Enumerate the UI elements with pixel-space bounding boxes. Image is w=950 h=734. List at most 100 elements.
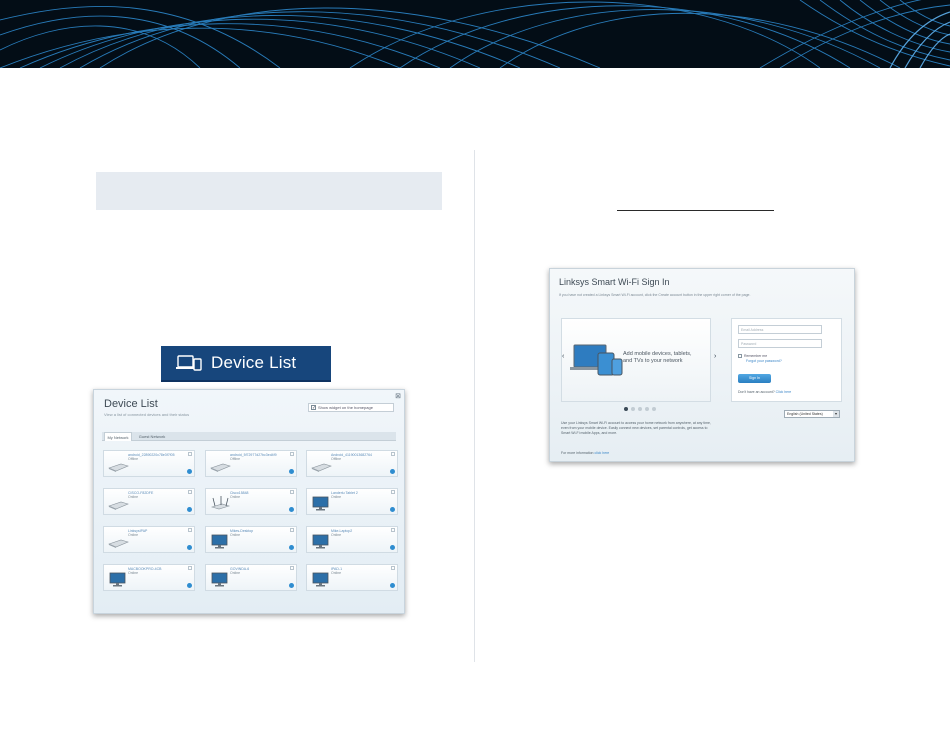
forgot-password-link[interactable]: Forgot your password? <box>746 359 782 363</box>
laptop-icon <box>209 456 231 474</box>
desktop-icon <box>310 494 332 512</box>
device-status: Offline <box>230 457 241 461</box>
device-card[interactable]: Mikes-Desktop Online <box>205 526 297 553</box>
laptop-icon <box>107 494 129 512</box>
router-icon <box>209 494 231 512</box>
more-info-link[interactable]: click here <box>594 451 609 455</box>
checkbox-icon <box>738 354 742 358</box>
carousel-dots <box>624 407 656 411</box>
info-icon[interactable] <box>289 469 294 474</box>
device-card[interactable]: Android_41190013682764 Offline <box>306 450 398 477</box>
info-icon[interactable] <box>289 583 294 588</box>
info-icon[interactable] <box>289 545 294 550</box>
info-icon[interactable] <box>289 507 294 512</box>
device-card[interactable]: Cisco15848 Online <box>205 488 297 515</box>
device-card[interactable]: Mike-Laptop2 Online <box>306 526 398 553</box>
info-icon[interactable] <box>187 545 192 550</box>
carousel-dot[interactable] <box>645 407 649 411</box>
info-icon[interactable] <box>187 469 192 474</box>
chevron-down-icon: ▾ <box>833 411 839 417</box>
remove-icon[interactable] <box>290 566 294 570</box>
checkmark-icon: ✓ <box>311 405 317 411</box>
carousel-text: Add mobile devices, tablets, and TVs to … <box>623 351 692 364</box>
carousel-prev-icon[interactable]: ‹ <box>562 353 564 360</box>
remove-icon[interactable] <box>290 528 294 532</box>
signin-subtitle: If you have not created a Linksys Smart … <box>559 293 751 297</box>
remove-icon[interactable] <box>391 566 395 570</box>
remove-icon[interactable] <box>391 490 395 494</box>
remove-icon[interactable] <box>188 490 192 494</box>
device-list-subtitle: View a list of connected devices and the… <box>104 412 190 417</box>
device-card[interactable]: android_5f72977d27bc3ed4f9 Offline <box>205 450 297 477</box>
remove-icon[interactable] <box>188 528 192 532</box>
info-icon[interactable] <box>390 469 395 474</box>
no-account: Don't have an account? Click here <box>738 390 791 394</box>
more-info-text: For more information <box>561 451 594 455</box>
wave-pattern-graphic <box>0 0 950 68</box>
device-card[interactable]: LinksysIPAP Online <box>103 526 195 553</box>
remember-me-label: Remember me <box>744 354 768 358</box>
info-icon[interactable] <box>390 507 395 512</box>
laptop-icon <box>107 456 129 474</box>
desktop-icon <box>209 532 231 550</box>
remember-me-checkbox[interactable]: Remember me <box>738 354 767 358</box>
network-tabs: My Network Guest Network <box>102 432 396 441</box>
laptop-icon <box>310 456 332 474</box>
signin-form: Email Address Password Remember me Forgo… <box>731 318 842 402</box>
device-status: Online <box>331 495 342 499</box>
device-list-screenshot: ⊠ Device List View a list of connected d… <box>93 389 405 614</box>
language-select[interactable]: English (United States) ▾ <box>784 410 840 418</box>
laptop-icon <box>107 532 129 550</box>
device-status: Online <box>331 571 342 575</box>
devices-illustration-icon <box>570 344 623 376</box>
device-status: Online <box>230 571 241 575</box>
tab-guest-network[interactable]: Guest Network <box>134 432 170 441</box>
sign-in-button[interactable]: Sign In <box>738 374 771 383</box>
remove-icon[interactable] <box>188 452 192 456</box>
remove-icon[interactable] <box>188 566 192 570</box>
show-widget-checkbox[interactable]: ✓ Show widget on the homepage <box>308 403 394 412</box>
desktop-icon <box>310 570 332 588</box>
info-icon[interactable] <box>390 545 395 550</box>
document-page: Device List ⊠ Device List View a list of… <box>0 0 950 734</box>
device-status: Online <box>230 533 241 537</box>
device-card[interactable]: GOVINDA-6 Online <box>205 564 297 591</box>
language-value: English (United States) <box>787 412 823 416</box>
device-card[interactable]: MACBOOKPRO-4CB Online <box>103 564 195 591</box>
tab-my-network[interactable]: My Network <box>104 432 132 441</box>
remove-icon[interactable] <box>391 452 395 456</box>
info-icon[interactable] <box>390 583 395 588</box>
device-card[interactable]: IPAD-1 Online <box>306 564 398 591</box>
signin-title: Linksys Smart Wi-Fi Sign In <box>559 277 670 287</box>
create-account-link[interactable]: Click here <box>776 390 792 394</box>
device-card[interactable]: android_22890220c78e3f7f05 Offline <box>103 450 195 477</box>
device-status: Online <box>128 533 139 537</box>
device-card[interactable]: CISCO-F82DFE Online <box>103 488 195 515</box>
remove-icon[interactable] <box>290 490 294 494</box>
link-underline <box>617 210 774 211</box>
email-field[interactable]: Email Address <box>738 325 822 334</box>
device-status: Online <box>128 571 139 575</box>
device-card[interactable]: Landerlu Tablet 2 Online <box>306 488 398 515</box>
carousel-dot[interactable] <box>652 407 656 411</box>
signin-description: Use your Linksys Smart Wi-Fi account to … <box>561 421 711 435</box>
more-info: For more information click here <box>561 451 609 455</box>
info-icon[interactable] <box>187 583 192 588</box>
show-widget-label: Show widget on the homepage <box>318 405 373 410</box>
remove-icon[interactable] <box>290 452 294 456</box>
no-account-text: Don't have an account? <box>738 390 775 394</box>
devices-icon <box>169 353 209 373</box>
carousel-dot[interactable] <box>624 407 628 411</box>
device-list-label: Device List <box>211 353 297 372</box>
carousel-next-icon[interactable]: › <box>714 353 716 360</box>
carousel-dot[interactable] <box>631 407 635 411</box>
remove-icon[interactable] <box>391 528 395 532</box>
desktop-icon <box>209 570 231 588</box>
close-icon[interactable]: ⊠ <box>395 392 401 400</box>
password-field[interactable]: Password <box>738 339 822 348</box>
note-box <box>96 172 442 210</box>
carousel-dot[interactable] <box>638 407 642 411</box>
device-status: Online <box>128 495 139 499</box>
info-icon[interactable] <box>187 507 192 512</box>
device-status: Offline <box>128 457 139 461</box>
